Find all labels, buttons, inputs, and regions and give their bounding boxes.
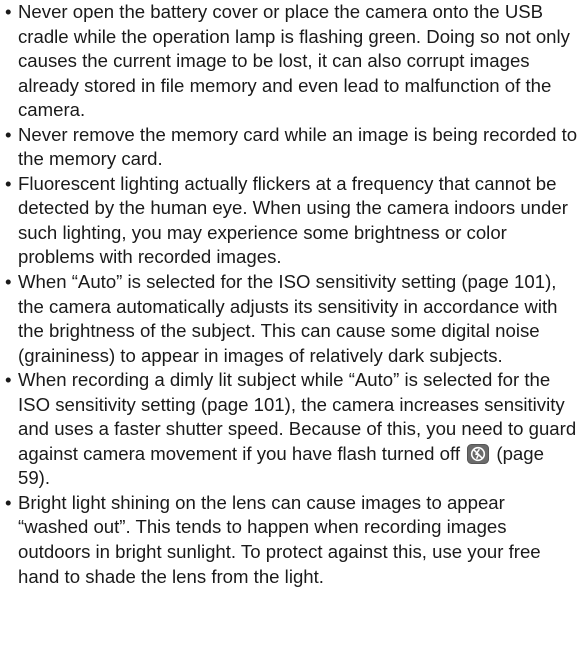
bullet: • bbox=[5, 172, 12, 194]
bullet: • bbox=[5, 271, 12, 293]
list-item: • Never open the battery cover or place … bbox=[4, 0, 580, 123]
flash-off-icon bbox=[467, 443, 490, 464]
note-text: Never open the battery cover or place th… bbox=[18, 1, 570, 121]
list-item: • Never remove the memory card while an … bbox=[4, 123, 580, 172]
manual-page: • Never open the battery cover or place … bbox=[0, 0, 584, 667]
list-item: • When “Auto” is selected for the ISO se… bbox=[4, 270, 580, 368]
bullet: • bbox=[5, 1, 12, 22]
list-item: • Bright light shining on the lens can c… bbox=[4, 491, 580, 589]
bullet: • bbox=[5, 123, 12, 145]
precautions-list: • Never open the battery cover or place … bbox=[4, 0, 580, 589]
note-text: When “Auto” is selected for the ISO sens… bbox=[18, 271, 558, 366]
bullet: • bbox=[5, 491, 12, 513]
list-item: • Fluorescent lighting actually flickers… bbox=[4, 172, 580, 270]
note-text: Never remove the memory card while an im… bbox=[18, 123, 578, 170]
bullet: • bbox=[5, 369, 12, 391]
note-text: Fluorescent lighting actually flickers a… bbox=[18, 172, 568, 268]
note-text: When recording a dimly lit subject while… bbox=[18, 369, 577, 464]
list-item: • When recording a dimly lit subject whi… bbox=[4, 368, 580, 491]
note-text: Bright light shining on the lens can cau… bbox=[18, 491, 541, 587]
